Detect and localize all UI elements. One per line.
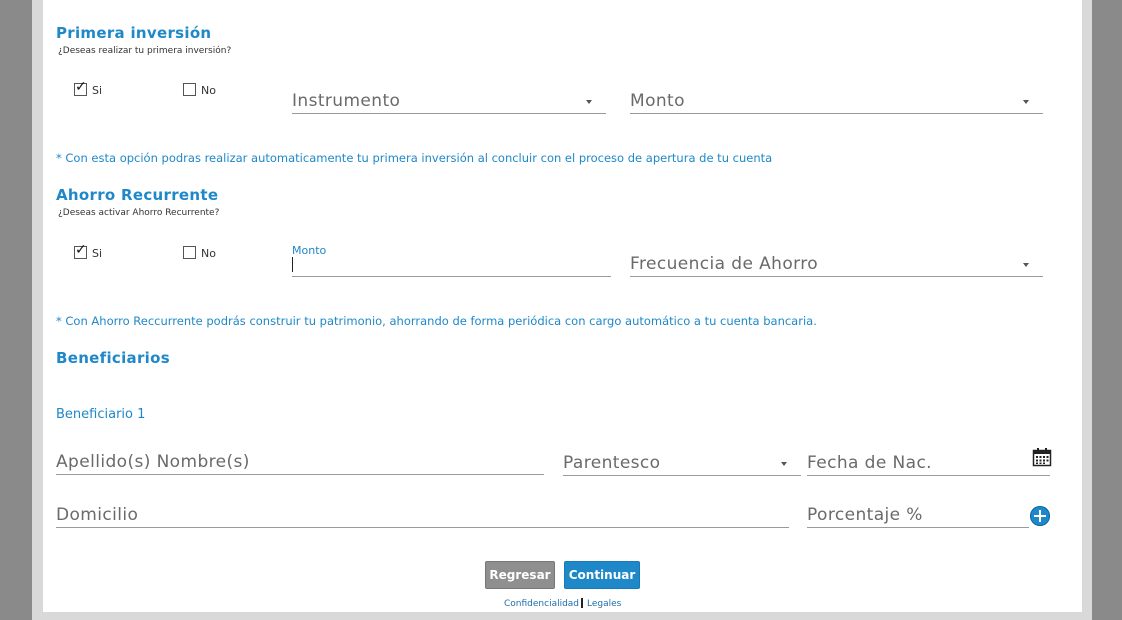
parentesco-placeholder: Parentesco [563,453,661,473]
text-cursor [292,257,293,272]
ahorro-no-checkbox[interactable] [183,246,196,259]
ahorro-no-label: No [201,247,216,260]
continuar-button[interactable]: Continuar [564,561,640,589]
legales-link[interactable]: Legales [587,599,621,609]
chevron-down-icon [586,100,592,104]
ahorro-recurrente-title: Ahorro Recurrente [56,186,219,204]
calendar-icon[interactable] [1032,447,1052,467]
primera-inversion-question: ¿Deseas realizar tu primera inversión? [58,46,232,56]
ahorro-si-label: Si [92,247,103,260]
nombre-beneficiario-input[interactable]: Apellido(s) Nombre(s) [56,450,544,475]
ahorro-si-checkbox[interactable] [74,242,87,259]
domicilio-placeholder: Domicilio [56,505,139,525]
frecuencia-ahorro-placeholder: Frecuencia de Ahorro [630,254,819,274]
instrumento-placeholder: Instrumento [292,91,401,111]
primera-inversion-title: Primera inversión [56,24,212,42]
chevron-down-icon [1023,263,1029,267]
monto-ahorro-input[interactable] [292,252,611,277]
beneficiarios-title: Beneficiarios [56,349,170,367]
ahorro-recurrente-question: ¿Deseas activar Ahorro Recurrente? [58,208,220,218]
chevron-down-icon [781,462,787,466]
primera-inversion-note: * Con esta opción podras realizar automa… [56,151,773,165]
beneficiario-1-subtitle: Beneficiario 1 [56,407,146,422]
primera-no-checkbox[interactable] [183,83,196,96]
frecuencia-ahorro-select[interactable]: Frecuencia de Ahorro [630,252,1043,277]
primera-no-label: No [201,84,216,97]
porcentaje-input[interactable]: Porcentaje % [807,503,1029,528]
footer-separator [581,598,583,608]
parentesco-select[interactable]: Parentesco [563,451,801,476]
nombre-placeholder: Apellido(s) Nombre(s) [56,452,250,472]
confidencialidad-link[interactable]: Confidencialidad [504,599,579,609]
monto-inversion-placeholder: Monto [630,91,685,111]
regresar-button[interactable]: Regresar [485,561,555,589]
domicilio-input[interactable]: Domicilio [56,503,789,528]
add-beneficiary-plus-icon[interactable] [1030,506,1050,526]
monto-inversion-select[interactable]: Monto [630,89,1043,114]
fecha-nacimiento-input[interactable]: Fecha de Nac. [807,451,1050,476]
porcentaje-placeholder: Porcentaje % [807,505,923,525]
primera-si-label: Si [92,84,103,97]
fecha-placeholder: Fecha de Nac. [807,453,932,473]
instrumento-select[interactable]: Instrumento [292,89,606,114]
chevron-down-icon [1023,100,1029,104]
form-card: Primera inversión ¿Deseas realizar tu pr… [43,0,1082,612]
ahorro-recurrente-note: * Con Ahorro Reccurrente podrás construi… [56,314,817,328]
primera-si-checkbox[interactable] [74,79,87,96]
